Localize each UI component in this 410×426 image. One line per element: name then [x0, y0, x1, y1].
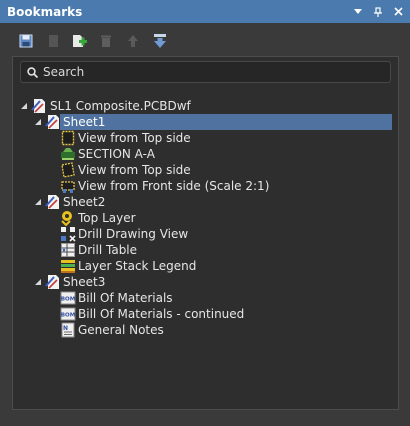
move-down-icon[interactable] [152, 33, 168, 49]
board-view-icon [61, 130, 75, 146]
tree-node-bom[interactable]: BOM Bill Of Materials - continued [13, 306, 398, 322]
tree-node-sheet2[interactable]: Sheet2 [13, 194, 398, 210]
bom-icon: BOM [60, 307, 76, 321]
pin-icon[interactable] [370, 4, 386, 20]
delete-icon [98, 33, 114, 49]
bookmarks-toolbar [0, 23, 410, 57]
layer-icon [61, 211, 72, 226]
copy-icon [45, 33, 61, 49]
search-box[interactable] [20, 61, 391, 83]
tree-node-label: SECTION A-A [78, 147, 155, 161]
search-icon [21, 66, 43, 78]
dropdown-arrow-icon[interactable] [350, 4, 366, 20]
expand-arrow-icon[interactable] [34, 118, 42, 126]
tree-node-label: Bill Of Materials [78, 291, 173, 305]
panel-titlebar: Bookmarks [0, 0, 410, 23]
expand-arrow-icon[interactable] [34, 278, 42, 286]
add-bookmark-icon[interactable] [71, 33, 87, 49]
search-input[interactable] [43, 65, 390, 79]
front-view-icon [61, 181, 75, 193]
panel-title: Bookmarks [7, 4, 83, 19]
close-icon[interactable] [390, 4, 406, 20]
tree-node-label: Sheet3 [63, 275, 106, 289]
tree-node-label: Top Layer [78, 211, 136, 225]
selection-highlight [60, 114, 392, 130]
bom-icon: BOM [60, 291, 76, 305]
tree-node-drill-view[interactable]: Drill Drawing View [13, 226, 398, 242]
tree-node-root[interactable]: SL1 Composite.PCBDwf [13, 98, 398, 114]
tree-node-notes[interactable]: N General Notes [13, 322, 398, 338]
drill-table-icon [61, 243, 75, 257]
tree-node-label: SL1 Composite.PCBDwf [50, 99, 191, 113]
expand-arrow-icon[interactable] [20, 102, 28, 110]
notes-icon: N [61, 322, 75, 338]
tree-node-label: Bill Of Materials - continued [78, 307, 245, 321]
layer-stack-icon [61, 260, 75, 273]
tree-node-sheet1[interactable]: Sheet1 [13, 114, 398, 130]
tree-node-label: Sheet2 [63, 195, 106, 209]
tree-node-drill-table[interactable]: Drill Table [13, 242, 398, 258]
sheet-icon [45, 275, 59, 289]
tree-node-label: View from Front side (Scale 2:1) [78, 179, 270, 193]
tree-node-layer-stack[interactable]: Layer Stack Legend [13, 258, 398, 274]
tree-node-sheet3[interactable]: Sheet3 [13, 274, 398, 290]
notes-icon-text: N [63, 325, 68, 332]
tree-node-label: View from Top side [78, 131, 191, 145]
section-view-icon [61, 148, 75, 160]
expand-arrow-icon[interactable] [34, 198, 42, 206]
tree-node-label: Drill Drawing View [78, 227, 189, 241]
move-up-icon [125, 33, 141, 49]
tree-node-label: View from Top side [78, 163, 191, 177]
tree-node-view[interactable]: View from Top side [13, 130, 398, 146]
bom-icon-text: BOM [61, 297, 75, 303]
tree-node-view[interactable]: View from Front side (Scale 2:1) [13, 178, 398, 194]
sheet-icon [45, 115, 59, 129]
board-view-icon [61, 162, 75, 178]
drill-drawing-icon [61, 227, 76, 242]
pcb-document-icon [31, 99, 45, 113]
bom-icon-text: BOM [61, 313, 75, 319]
tree-node-label: Drill Table [78, 243, 138, 257]
sheet-icon [45, 195, 59, 209]
tree-node-section[interactable]: SECTION A-A [13, 146, 398, 162]
tree-node-view[interactable]: View from Top side [13, 162, 398, 178]
save-bookmark-icon[interactable] [18, 33, 34, 49]
tree-node-bom[interactable]: BOM Bill Of Materials [13, 290, 398, 306]
tree-node-layer[interactable]: Top Layer [13, 210, 398, 226]
tree-node-label: General Notes [78, 323, 164, 337]
bookmark-tree: SL1 Composite.PCBDwf Sheet1 View from To… [13, 98, 398, 338]
bookmarks-panel: SL1 Composite.PCBDwf Sheet1 View from To… [12, 56, 399, 410]
tree-node-label: Sheet1 [63, 115, 106, 129]
tree-node-label: Layer Stack Legend [78, 259, 197, 273]
